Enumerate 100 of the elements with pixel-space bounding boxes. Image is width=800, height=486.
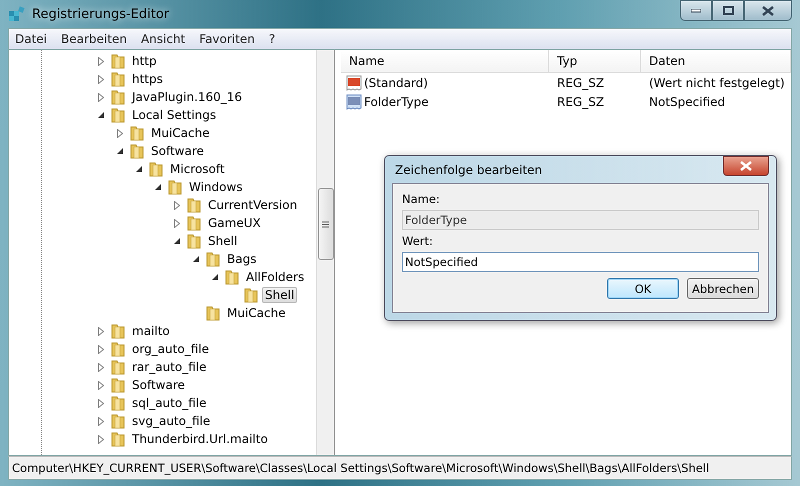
string-value-icon	[346, 74, 362, 90]
collapsed-arrow-icon[interactable]	[98, 326, 104, 336]
tree-item[interactable]: AllFolders	[243, 269, 308, 285]
folder-icon	[186, 233, 202, 249]
dialog-button[interactable]: OK	[607, 278, 679, 299]
tree-item[interactable]: CurrentVersion	[205, 197, 300, 213]
folder-icon	[129, 143, 145, 159]
folder-icon	[110, 431, 126, 447]
folder-icon	[110, 395, 126, 411]
tree-item[interactable]: Software	[129, 377, 188, 393]
scrollbar[interactable]	[316, 50, 334, 455]
folder-icon	[243, 287, 259, 303]
tree-item[interactable]: JavaPlugin.160_16	[129, 89, 246, 105]
tree-item[interactable]: MuiCache	[148, 125, 213, 141]
minimize-icon	[691, 8, 701, 12]
folder-icon	[110, 359, 126, 375]
folder-icon	[110, 413, 126, 429]
folder-icon	[224, 269, 240, 285]
field-label: Wert:	[402, 234, 434, 248]
collapsed-arrow-icon[interactable]	[98, 92, 104, 102]
menu-item[interactable]: ?	[262, 32, 282, 46]
tree-item[interactable]: MuiCache	[224, 305, 289, 321]
tree-item[interactable]: http	[129, 53, 160, 69]
registry-editor-icon	[8, 5, 26, 23]
close-icon	[762, 6, 774, 16]
window-title: Registrierungs-Editor	[32, 6, 170, 22]
maximize-button[interactable]	[712, 0, 744, 21]
folder-icon	[205, 251, 221, 267]
tree-item[interactable]: rar_auto_file	[129, 359, 210, 375]
tree-item[interactable]: Bags	[224, 251, 260, 267]
string-value-icon	[346, 94, 362, 110]
folder-icon	[186, 215, 202, 231]
expanded-arrow-icon[interactable]	[211, 273, 219, 281]
expanded-arrow-icon[interactable]	[135, 165, 143, 173]
expanded-arrow-icon[interactable]	[154, 183, 162, 191]
collapsed-arrow-icon[interactable]	[98, 380, 104, 390]
grip-icon	[322, 220, 329, 228]
tree-item[interactable]: Windows	[186, 179, 246, 195]
expanded-arrow-icon[interactable]	[116, 147, 124, 155]
dialog-title: Zeichenfolge bearbeiten	[394, 162, 542, 176]
folder-icon	[110, 341, 126, 357]
column-header[interactable]: Daten	[641, 50, 791, 73]
collapsed-arrow-icon[interactable]	[117, 128, 123, 138]
dialog-button[interactable]: Abbrechen	[687, 278, 759, 299]
collapsed-arrow-icon[interactable]	[174, 200, 180, 210]
collapsed-arrow-icon[interactable]	[98, 434, 104, 444]
folder-icon	[110, 377, 126, 393]
folder-icon	[110, 89, 126, 105]
folder-icon	[110, 71, 126, 87]
close-button[interactable]	[744, 0, 792, 21]
tree-item[interactable]: Shell	[205, 233, 240, 249]
maximize-icon	[722, 6, 734, 15]
folder-icon	[129, 125, 145, 141]
tree-item[interactable]: svg_auto_file	[129, 413, 214, 429]
folder-icon	[205, 305, 221, 321]
folder-icon	[110, 107, 126, 123]
column-header[interactable]: Typ	[549, 50, 641, 73]
table-cell-text: (Wert nicht festgelegt)	[648, 76, 786, 90]
close-button[interactable]	[723, 156, 769, 176]
collapsed-arrow-icon[interactable]	[98, 74, 104, 84]
status-bar: Computer\HKEY_CURRENT_USER\Software\Classes\Local Settings\Software\Microsoft\Windows\Shell\Bags\AllFolders\Shell	[8, 456, 792, 480]
collapsed-arrow-icon[interactable]	[98, 56, 104, 66]
table-cell-text: REG_SZ	[556, 76, 606, 90]
expanded-arrow-icon[interactable]	[192, 255, 200, 263]
folder-icon	[148, 161, 164, 177]
value-field[interactable]: NotSpecified	[402, 252, 759, 272]
tree-item[interactable]: Local Settings	[129, 107, 220, 123]
menu-item[interactable]: Ansicht	[134, 32, 192, 46]
collapsed-arrow-icon[interactable]	[98, 362, 104, 372]
close-icon	[740, 161, 752, 171]
collapsed-arrow-icon[interactable]	[174, 218, 180, 228]
menu-item[interactable]: Datei	[9, 32, 54, 46]
tree-item[interactable]: GameUX	[205, 215, 264, 231]
tree-item[interactable]: org_auto_file	[129, 341, 212, 357]
folder-icon	[186, 197, 202, 213]
field-label: Name:	[402, 192, 441, 206]
tree-item[interactable]: sql_auto_file	[129, 395, 210, 411]
table-cell-text: REG_SZ	[556, 94, 606, 108]
tree-item[interactable]: Thunderbird.Url.mailto	[129, 431, 271, 447]
column-header[interactable]: Name	[341, 50, 549, 73]
tree-item[interactable]: https	[129, 71, 166, 87]
tree-item[interactable]: Shell	[262, 287, 298, 303]
collapsed-arrow-icon[interactable]	[98, 416, 104, 426]
table-cell: FolderType	[364, 94, 429, 108]
tree-item[interactable]: Microsoft	[167, 161, 228, 177]
expanded-arrow-icon[interactable]	[97, 111, 105, 119]
table-cell-text: NotSpecified	[648, 94, 726, 108]
collapsed-arrow-icon[interactable]	[98, 398, 104, 408]
table-cell: (Standard)	[364, 76, 428, 90]
folder-icon	[110, 323, 126, 339]
folder-icon	[167, 179, 183, 195]
tree-item[interactable]: Software	[148, 143, 207, 159]
folder-icon	[110, 53, 126, 69]
name-field[interactable]: FolderType	[402, 210, 759, 230]
minimize-button[interactable]	[680, 0, 712, 21]
menu-item[interactable]: Favoriten	[193, 32, 261, 46]
tree-item[interactable]: mailto	[129, 323, 173, 339]
expanded-arrow-icon[interactable]	[173, 237, 181, 245]
menu-item[interactable]: Bearbeiten	[55, 32, 133, 46]
collapsed-arrow-icon[interactable]	[98, 344, 104, 354]
